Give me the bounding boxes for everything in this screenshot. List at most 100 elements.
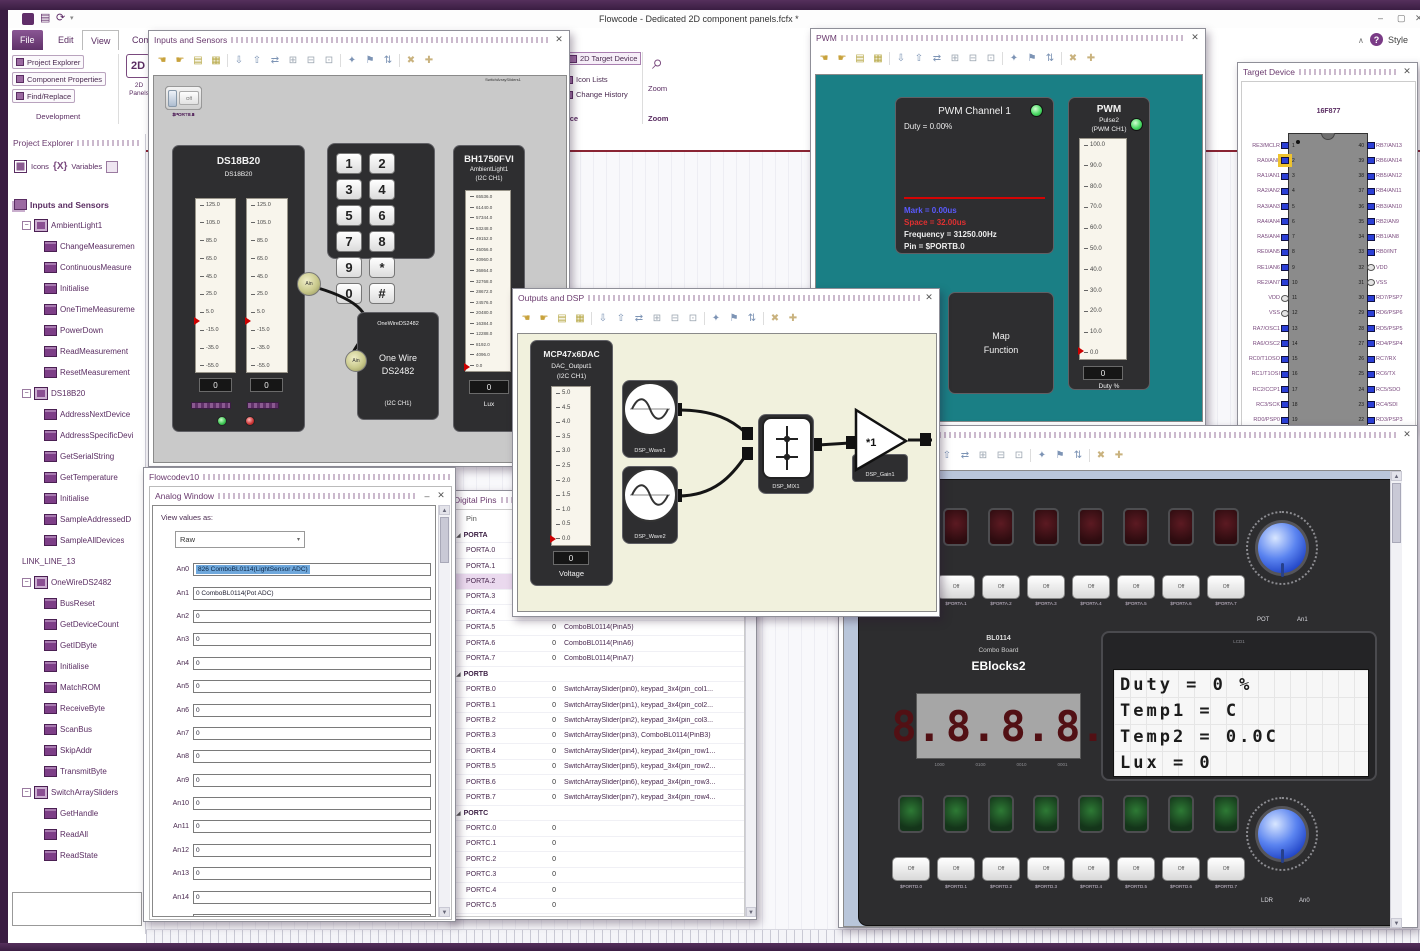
- tree-item[interactable]: ReadAll: [8, 824, 146, 845]
- channel-value-field[interactable]: 0: [193, 703, 431, 717]
- ldr-knob[interactable]: [1246, 797, 1318, 871]
- tree-item[interactable]: BusReset: [8, 593, 146, 614]
- scroll-down-icon[interactable]: ▼: [1391, 918, 1402, 928]
- toolbar-icon[interactable]: ⇄: [958, 448, 972, 463]
- off-button[interactable]: Off: [1027, 857, 1065, 881]
- toolbar-icon[interactable]: ✚: [786, 311, 800, 326]
- toolbar-icon[interactable]: ✖: [404, 53, 418, 68]
- channel-value-field[interactable]: 0: [193, 867, 431, 881]
- digital-pin-row[interactable]: PORTC.0 0: [452, 821, 744, 837]
- chip-pin-row[interactable]: 30 RD7/PSP7: [1354, 291, 1415, 306]
- close-icon[interactable]: ✕: [1402, 66, 1412, 77]
- toolbar-icon[interactable]: ⇧: [912, 51, 926, 66]
- close-icon[interactable]: ✕: [924, 292, 934, 303]
- tree-item[interactable]: AddressSpecificDevi: [8, 425, 146, 446]
- digital-pin-row[interactable]: PORTA.7 0 ComboBL0114(PinA7): [452, 652, 744, 667]
- minimize-button[interactable]: –: [1378, 13, 1383, 23]
- chip-pin-row[interactable]: RE1/AN6 9: [1244, 260, 1302, 275]
- tree-item[interactable]: AddressNextDevice: [8, 404, 146, 425]
- chip-pin-row[interactable]: VSS 12: [1244, 306, 1302, 321]
- close-icon[interactable]: ✕: [1402, 429, 1412, 440]
- channel-value-field[interactable]: 0: [193, 680, 431, 694]
- toolbar-icon[interactable]: ☚: [519, 311, 533, 326]
- digital-pin-row[interactable]: PORTB.2 0 SwitchArraySlider(pin2), keypa…: [452, 713, 744, 729]
- channel-value-field[interactable]: 0: [193, 820, 431, 834]
- off-button[interactable]: Off: [1027, 575, 1065, 599]
- zoom-dropdown-label[interactable]: Zoom: [648, 84, 667, 93]
- toolbar-icon[interactable]: ✚: [422, 53, 436, 68]
- channel-value-field[interactable]: 0: [193, 656, 431, 670]
- tree-item[interactable]: SampleAddressedD: [8, 509, 146, 530]
- chip-pin-row[interactable]: RE3/MCLR 1: [1244, 138, 1302, 153]
- pwm-slider-value[interactable]: 0: [1083, 366, 1123, 380]
- off-button[interactable]: Off: [937, 575, 975, 599]
- chip-pin-row[interactable]: RA3/AN3 5: [1244, 199, 1302, 214]
- digital-pin-row[interactable]: PORTB.0 0 SwitchArraySlider(pin0), keypa…: [452, 682, 744, 698]
- tree-item[interactable]: Initialise: [8, 488, 146, 509]
- chip-pin-row[interactable]: RC1/T1OSI 16: [1244, 367, 1302, 382]
- minimize-icon[interactable]: –: [422, 491, 432, 501]
- toolbar-icon[interactable]: ▦: [209, 53, 223, 68]
- project-explorer-button[interactable]: Project Explorer: [12, 55, 85, 69]
- tree-item[interactable]: ChangeMeasuremen: [8, 236, 146, 257]
- toolbar-icon[interactable]: ⊞: [948, 51, 962, 66]
- switch-track[interactable]: [168, 89, 177, 107]
- channel-value-field[interactable]: 0: [193, 773, 431, 787]
- chip-pin-row[interactable]: 25 RC6/TX: [1354, 367, 1415, 382]
- digital-pin-row[interactable]: PORTC: [452, 806, 744, 822]
- tree-item[interactable]: ReadMeasurement: [8, 341, 146, 362]
- tree-item[interactable]: GetDeviceCount: [8, 614, 146, 635]
- toolbar-icon[interactable]: ⇅: [1071, 448, 1085, 463]
- digital-pin-row[interactable]: PORTB: [452, 667, 744, 683]
- toolbar-icon[interactable]: ⊟: [966, 51, 980, 66]
- dsp-wave1-component[interactable]: DSP_Wave1: [622, 380, 678, 458]
- close-icon[interactable]: ✕: [436, 490, 446, 501]
- toolbar-icon[interactable]: ⊞: [976, 448, 990, 463]
- toolbar-icon[interactable]: [889, 51, 890, 65]
- chip-pin-row[interactable]: RA5/AN4 7: [1244, 230, 1302, 245]
- ds18b20-value-2[interactable]: 0: [250, 378, 283, 392]
- off-button[interactable]: Off: [1162, 575, 1200, 599]
- toolbar-icon[interactable]: ⚑: [363, 53, 377, 68]
- ds18b20-scale-1[interactable]: 125.0 105.0 85.0 65.0 45.0 25.0 5.0 -15.0 -35.0 -…: [194, 198, 236, 373]
- tree-item[interactable]: SkipAddr: [8, 740, 146, 761]
- toolbar-icon[interactable]: ⊞: [286, 53, 300, 68]
- toolbar-icon[interactable]: ▦: [871, 51, 885, 66]
- toolbar-icon[interactable]: ▤: [191, 53, 205, 68]
- toolbar-icon[interactable]: ☛: [835, 51, 849, 66]
- keypad-key[interactable]: 8: [369, 231, 395, 252]
- toolbar-icon[interactable]: ⊡: [1012, 448, 1026, 463]
- toolbar-icon[interactable]: ☛: [537, 311, 551, 326]
- keypad-key[interactable]: 1: [336, 153, 362, 174]
- channel-value-field[interactable]: 0: [193, 750, 431, 764]
- chip-pin-row[interactable]: 22 RD3/PSP3: [1354, 413, 1415, 426]
- pin-column-header[interactable]: Pin: [466, 514, 477, 523]
- board-vertical-scrollbar[interactable]: ▲ ▼: [1390, 471, 1402, 928]
- chip-pin-row[interactable]: 35 RB2/AN9: [1354, 214, 1415, 229]
- style-button[interactable]: Style: [1388, 35, 1408, 45]
- keypad-key[interactable]: 4: [369, 179, 395, 200]
- toolbar-icon[interactable]: [399, 53, 400, 67]
- chip-pin-row[interactable]: 26 RC7/RX: [1354, 352, 1415, 367]
- off-button[interactable]: Off: [1207, 857, 1245, 881]
- scroll-up-icon[interactable]: ▲: [439, 505, 450, 515]
- chip-pin-row[interactable]: 34 RB1/AN8: [1354, 230, 1415, 245]
- chip-pin-row[interactable]: 37 RB4/AN11: [1354, 184, 1415, 199]
- tree-item[interactable]: Initialise: [8, 278, 146, 299]
- tree-item[interactable]: Inputs and Sensors: [8, 194, 146, 215]
- channel-value-field[interactable]: 0: [193, 633, 431, 647]
- toolbar-icon[interactable]: ✦: [1035, 448, 1049, 463]
- toolbar-icon[interactable]: ✦: [709, 311, 723, 326]
- chip-pin-row[interactable]: 24 RC5/SDO: [1354, 382, 1415, 397]
- dac-scale[interactable]: 5.0 4.5 4.0 3.5 3.0 2.5 2.0 1.5 1.0 0.5 0.0: [550, 386, 591, 546]
- toolbar-icon[interactable]: ☛: [173, 53, 187, 68]
- tree-item[interactable]: − SwitchArraySliders: [8, 782, 146, 803]
- chip-pin-row[interactable]: 36 RB3/AN10: [1354, 199, 1415, 214]
- toolbar-icon[interactable]: ▦: [573, 311, 587, 326]
- view-item-change-history[interactable]: Change History: [565, 90, 628, 99]
- digital-pin-row[interactable]: PORTA.6 0 ComboBL0114(PinA6): [452, 636, 744, 652]
- toolbar-icon[interactable]: ⊡: [984, 51, 998, 66]
- tree-expander-icon[interactable]: −: [22, 578, 31, 587]
- quickaccess-dropdown-icon[interactable]: ▾: [70, 14, 74, 22]
- tree-item[interactable]: ReadState: [8, 845, 146, 866]
